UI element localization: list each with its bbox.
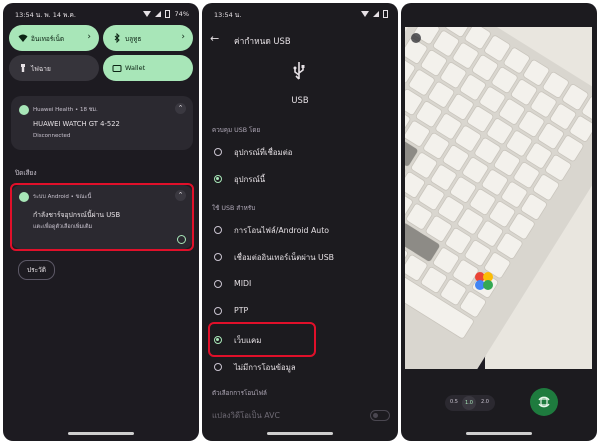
back-arrow-icon[interactable]: ← [210,32,219,45]
zoom-option-2-0[interactable]: 2.0 [478,399,492,405]
radio-button[interactable] [214,280,222,288]
toolbar-title: ค่ากำหนด USB [234,36,291,46]
tile-wallet[interactable]: Wallet [103,55,193,81]
radio-button-selected[interactable] [214,175,222,183]
tile-label: อินเทอร์เน็ต [31,35,65,43]
radio-button[interactable] [214,253,222,261]
option-this-device[interactable]: อุปกรณ์นี้ [210,171,388,189]
avc-toggle[interactable] [370,410,390,421]
tile-label: บลูทูธ [125,35,142,43]
usb-icon [293,62,305,80]
radio-button[interactable] [214,307,222,315]
notification-app-line: Huawei Health • 18 ชม. [33,107,98,113]
battery-icon [383,10,388,18]
section-header-control: ควบคุม USB โดย [212,127,261,134]
avc-label: แปลงวิดีโอเป็น AVC [212,411,280,420]
tile-bluetooth[interactable]: บลูทูธ › [103,25,193,51]
camera-preview-screen: 0.5 1.0 2.0 [401,3,597,441]
wifi-status-icon [143,11,152,17]
health-notification[interactable]: Huawei Health • 18 ชม. ⌃ HUAWEI WATCH GT… [11,96,193,150]
tile-internet[interactable]: อินเทอร์เน็ต › [9,25,99,51]
notification-text: Disconnected [33,133,71,139]
chevron-up-icon[interactable]: ⌃ [175,103,186,114]
highlight-box [10,183,194,251]
tile-label: Wallet [125,64,146,72]
signal-icon [155,11,162,17]
bluetooth-icon [114,33,120,43]
status-bar: 13:54 น. [214,10,388,20]
status-bar: 13:54 น. พ. 14 พ.ค. 74% [15,10,189,20]
section-header-use: ใช้ USB สำหรับ [212,205,256,212]
battery-percent: 74% [174,10,189,18]
option-label: เชื่อมต่ออินเทอร์เน็ตผ่าน USB [234,253,335,262]
option-label: PTP [234,306,249,315]
option-connected-device[interactable]: อุปกรณ์ที่เชื่อมต่อ [210,144,388,162]
huawei-health-icon [19,105,29,115]
zoom-option-0-5[interactable]: 0.5 [448,399,460,405]
tile-label: ไฟฉาย [31,65,51,73]
status-time: 13:54 น. [214,11,242,19]
switch-camera-icon [538,396,550,408]
option-label: อุปกรณ์ที่เชื่อมต่อ [234,148,293,157]
camera-viewfinder[interactable] [405,27,592,369]
radio-button[interactable] [214,148,222,156]
tile-flashlight[interactable]: ไฟฉาย [9,55,99,81]
wifi-icon [18,34,28,42]
flash-off-icon[interactable] [411,33,421,43]
option-no-data-transfer[interactable]: ไม่มีการโอนข้อมูล [210,359,388,377]
usb-preferences-screen: 13:54 น. ← ค่ากำหนด USB USB ควบคุม USB โ… [202,3,398,441]
notification-shade-screen: 13:54 น. พ. 14 พ.ค. 74% อินเทอร์เน็ต › บ… [3,3,199,441]
option-midi[interactable]: MIDI [210,276,388,294]
option-file-transfer[interactable]: การโอนไฟล์/Android Auto [210,222,388,240]
zoom-option-1-0[interactable]: 1.0 [462,396,476,410]
radio-button[interactable] [214,226,222,234]
radio-button[interactable] [214,363,222,371]
signal-icon [372,11,379,17]
wallet-icon [112,65,122,72]
battery-icon [165,10,171,18]
option-label: ไม่มีการโอนข้อมูล [234,363,296,372]
toggle-thumb [373,413,378,418]
option-label: MIDI [234,279,252,288]
notification-title: HUAWEI WATCH GT 4-522 [33,120,120,128]
flashlight-icon [21,64,25,72]
status-time-date: 13:54 น. พ. 14 พ.ค. [15,11,76,19]
chevron-right-icon: › [181,32,185,42]
usb-label: USB [291,95,309,105]
option-ptp[interactable]: PTP [210,303,388,321]
option-label: อุปกรณ์นี้ [234,175,266,184]
silent-section-header: ปิดเสียง [15,169,37,177]
wifi-status-icon [360,11,369,17]
switch-camera-button[interactable] [530,388,558,416]
navigation-handle[interactable] [267,432,333,435]
zoom-selector: 0.5 1.0 2.0 [445,395,495,411]
option-usb-tethering[interactable]: เชื่อมต่ออินเทอร์เน็ตผ่าน USB [210,249,388,267]
history-button[interactable]: ประวัติ [18,260,55,280]
section-header-transfer: ตัวเลือกการโอนไฟล์ [212,390,267,397]
highlight-box [208,322,316,357]
option-label: การโอนไฟล์/Android Auto [234,226,330,235]
navigation-handle[interactable] [466,432,532,435]
keyboard-photo [405,27,592,369]
chevron-right-icon: › [87,32,91,42]
navigation-handle[interactable] [68,432,134,435]
